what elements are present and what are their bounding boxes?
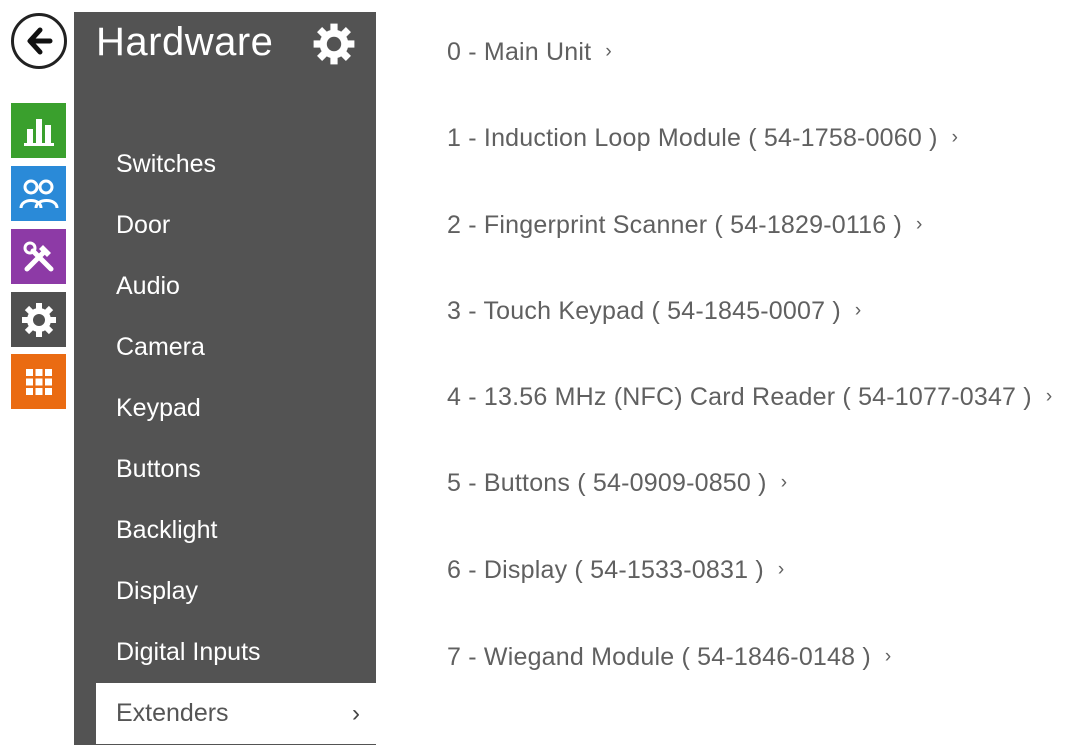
list-item-label: 0 - Main Unit — [447, 38, 592, 66]
chevron-right-icon: › — [780, 472, 788, 493]
list-item-label: 2 - Fingerprint Scanner ( 54-1829-0116 ) — [447, 211, 902, 239]
list-item-touch-keypad[interactable]: 3 - Touch Keypad ( 54-1845-0007 ) › — [447, 297, 861, 326]
system-tile[interactable] — [11, 354, 66, 409]
sidebar-item-label: Extenders — [116, 699, 229, 727]
status-tile[interactable] — [11, 103, 66, 158]
back-button[interactable] — [11, 13, 67, 69]
sidebar-item-audio[interactable]: Audio — [96, 256, 376, 317]
arrow-left-icon — [27, 27, 53, 55]
chevron-right-icon: › — [605, 41, 612, 62]
list-item-label: 1 - Induction Loop Module ( 54-1758-0060… — [447, 124, 938, 152]
sidebar-item-backlight[interactable]: Backlight — [96, 500, 376, 561]
list-item-main-unit[interactable]: 0 - Main Unit › — [447, 38, 612, 67]
chevron-right-icon: › — [854, 300, 862, 321]
sidebar-item-extenders[interactable]: Extenders › — [96, 683, 376, 744]
chevron-right-icon: › — [884, 646, 892, 667]
hardware-tile[interactable] — [11, 292, 66, 347]
sidebar-item-label: Buttons — [116, 455, 201, 483]
list-item-label: 4 - 13.56 MHz (NFC) Card Reader ( 54-107… — [447, 383, 1032, 411]
sidebar-menu: Switches Door Audio Camera Keypad Button… — [96, 134, 376, 744]
chevron-right-icon: › — [916, 214, 923, 235]
sidebar-item-switches[interactable]: Switches — [96, 134, 376, 195]
chevron-right-icon: › — [777, 559, 785, 580]
list-item-label: 7 - Wiegand Module ( 54-1846-0148 ) — [447, 643, 871, 671]
sidebar-item-label: Digital Inputs — [116, 638, 261, 666]
sidebar-item-door[interactable]: Door — [96, 195, 376, 256]
list-item-card-reader[interactable]: 4 - 13.56 MHz (NFC) Card Reader ( 54-107… — [447, 383, 1052, 412]
list-item-display[interactable]: 6 - Display ( 54-1533-0831 ) › — [447, 556, 784, 585]
directory-users-icon — [19, 179, 58, 208]
chevron-right-icon: › — [352, 700, 360, 727]
system-grid-icon — [25, 368, 52, 395]
status-chart-icon — [23, 118, 54, 146]
list-item-label: 5 - Buttons ( 54-0909-0850 ) — [447, 469, 767, 497]
sidebar-item-display[interactable]: Display — [96, 561, 376, 622]
hardware-sidebar: Hardware Switches Door Audio Camera Keyp… — [74, 12, 376, 745]
settings-button[interactable] — [310, 20, 358, 68]
sidebar-item-label: Keypad — [116, 394, 201, 422]
sidebar-item-label: Audio — [116, 272, 180, 300]
list-item-fingerprint-scanner[interactable]: 2 - Fingerprint Scanner ( 54-1829-0116 )… — [447, 211, 923, 240]
services-tools-icon — [23, 241, 53, 271]
sidebar-item-label: Display — [116, 577, 198, 605]
app-rail — [0, 0, 74, 745]
chevron-right-icon: › — [951, 127, 959, 148]
sidebar-item-label: Door — [116, 211, 171, 239]
extenders-list: 0 - Main Unit › 1 - Induction Loop Module… — [447, 0, 1075, 745]
sidebar-item-label: Backlight — [116, 516, 218, 544]
sidebar-item-label: Camera — [116, 333, 205, 361]
sidebar-item-camera[interactable]: Camera — [96, 317, 376, 378]
directory-tile[interactable] — [11, 166, 66, 221]
chevron-right-icon: › — [1045, 386, 1053, 407]
sidebar-title: Hardware — [96, 20, 274, 64]
list-item-wiegand-module[interactable]: 7 - Wiegand Module ( 54-1846-0148 ) › — [447, 643, 891, 672]
list-item-label: 6 - Display ( 54-1533-0831 ) — [447, 556, 764, 584]
list-item-buttons[interactable]: 5 - Buttons ( 54-0909-0850 ) › — [447, 469, 787, 498]
gear-icon — [313, 23, 355, 65]
hardware-gear-icon — [21, 302, 56, 337]
sidebar-item-keypad[interactable]: Keypad — [96, 378, 376, 439]
list-item-label: 3 - Touch Keypad ( 54-1845-0007 ) — [447, 297, 841, 325]
list-item-induction-loop[interactable]: 1 - Induction Loop Module ( 54-1758-0060… — [447, 124, 958, 153]
sidebar-item-buttons[interactable]: Buttons — [96, 439, 376, 500]
services-tile[interactable] — [11, 229, 66, 284]
sidebar-item-label: Switches — [116, 150, 217, 178]
sidebar-item-digital-inputs[interactable]: Digital Inputs — [96, 622, 376, 683]
